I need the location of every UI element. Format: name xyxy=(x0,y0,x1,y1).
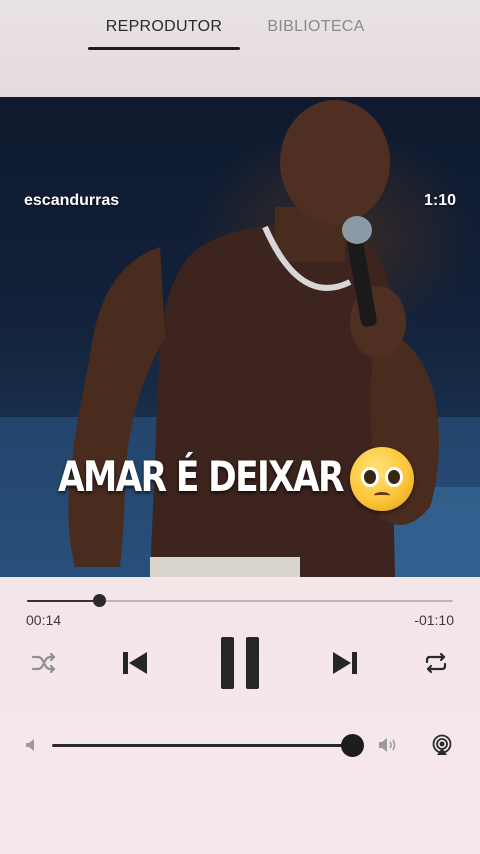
pause-icon xyxy=(221,637,259,689)
volume-high-icon xyxy=(379,738,396,752)
airplay-icon xyxy=(432,734,452,755)
shuffle-icon xyxy=(31,652,56,674)
album-artwork: escandurras 1:10 AMAR É DEIXAR IR xyxy=(0,97,480,577)
progress-scrubber[interactable] xyxy=(93,594,107,607)
next-button[interactable] xyxy=(327,647,363,679)
tab-bar: REPRODUTOR BIBLIOTECA xyxy=(0,0,480,97)
skip-previous-icon xyxy=(123,652,147,674)
airplay-button[interactable] xyxy=(430,733,454,757)
lyric-caption: AMAR É DEIXAR IR xyxy=(58,452,391,501)
repeat-icon xyxy=(425,652,447,674)
volume-slider[interactable] xyxy=(52,744,352,747)
tab-library[interactable]: BIBLIOTECA xyxy=(236,18,396,52)
progress-bar[interactable] xyxy=(27,594,453,607)
elapsed-time: 00:14 xyxy=(26,612,62,628)
skip-next-icon xyxy=(333,652,357,674)
volume-low-button xyxy=(24,737,38,753)
pleading-face-emoji-icon xyxy=(350,447,414,511)
active-tab-indicator xyxy=(88,47,240,50)
volume-thumb[interactable] xyxy=(341,734,364,757)
progress-fill xyxy=(27,600,100,602)
volume-low-icon xyxy=(26,739,34,751)
player-controls: 00:14 -01:10 xyxy=(0,577,480,854)
performer-illustration xyxy=(0,100,480,577)
clip-timestamp: 1:10 xyxy=(423,192,456,209)
remaining-time: -01:10 xyxy=(414,612,454,628)
previous-button[interactable] xyxy=(117,647,153,679)
artist-handle: escandurras xyxy=(24,192,120,209)
repeat-button[interactable] xyxy=(420,649,452,677)
shuffle-button[interactable] xyxy=(28,649,60,677)
volume-high-button xyxy=(378,735,398,755)
play-pause-button[interactable] xyxy=(216,633,264,693)
